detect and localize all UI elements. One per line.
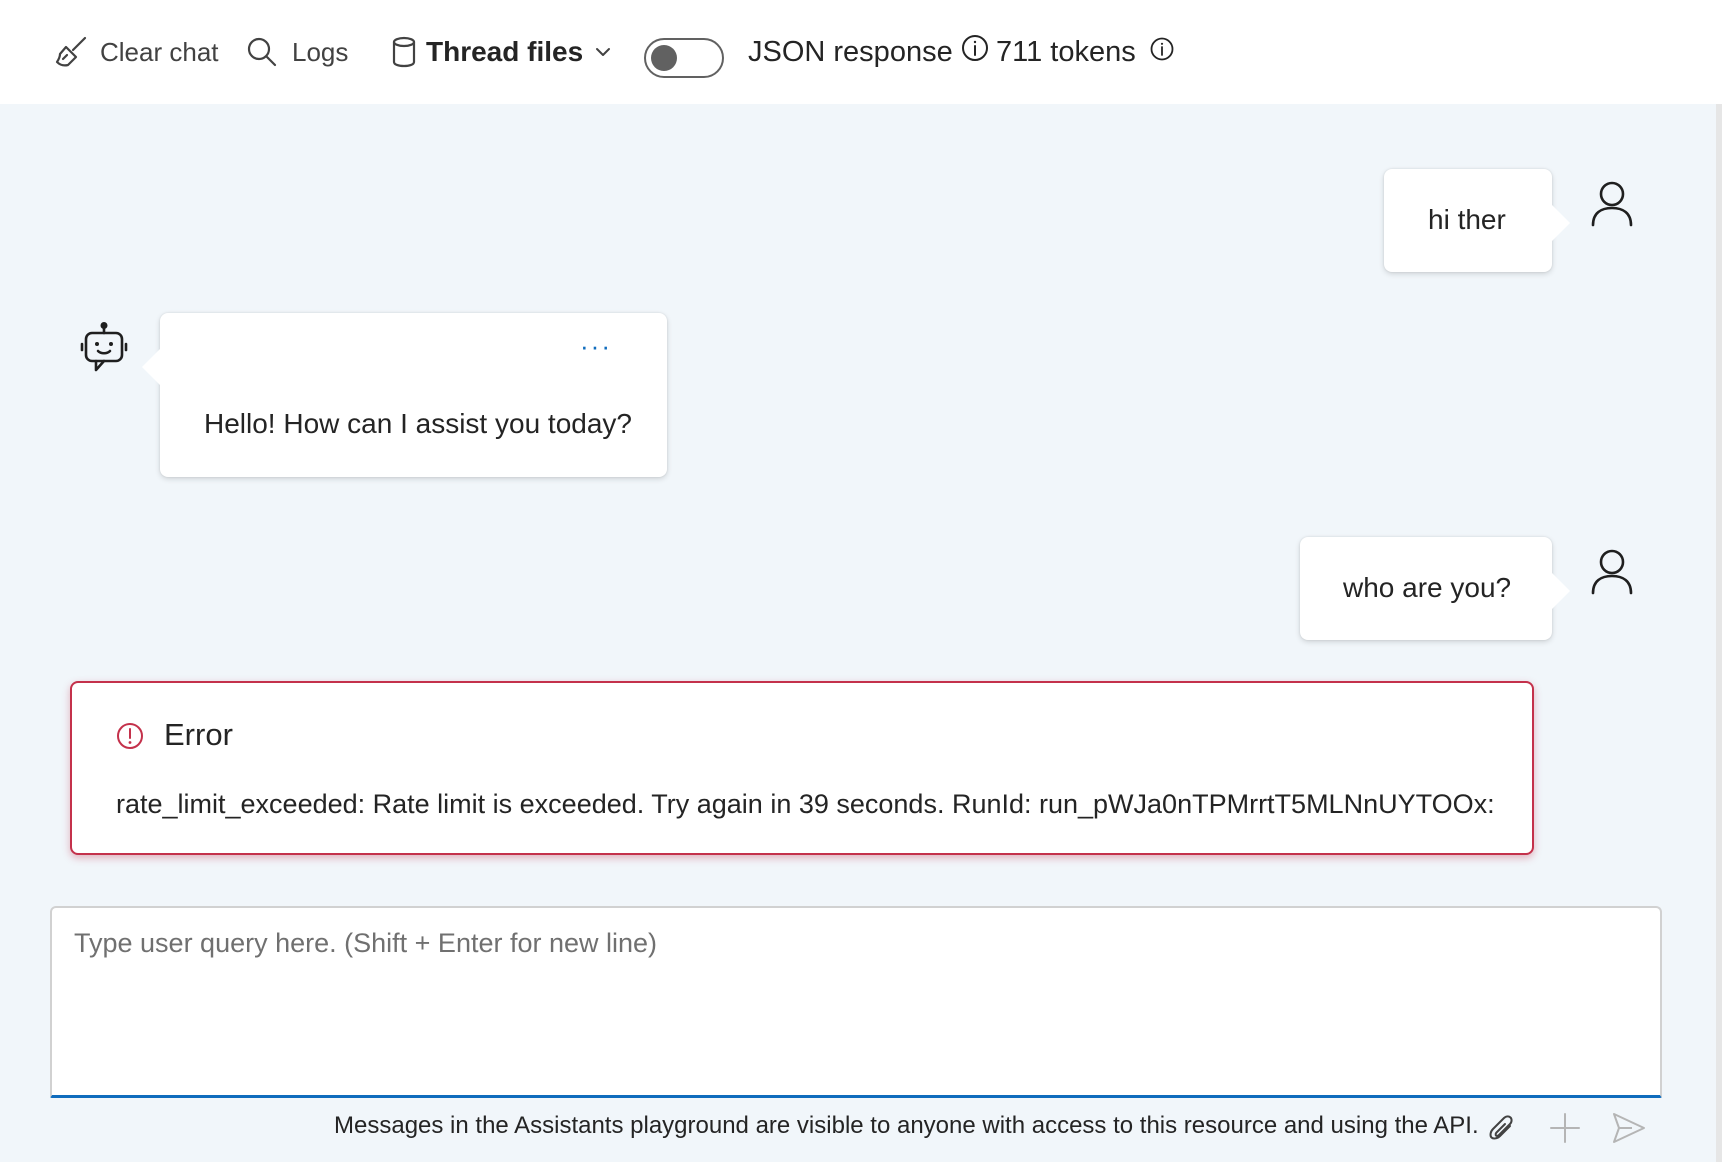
scrollbar[interactable] <box>1716 104 1722 1162</box>
error-icon <box>116 722 144 750</box>
bot-icon <box>80 321 128 374</box>
info-icon[interactable] <box>961 34 989 70</box>
toggle-knob <box>651 45 677 71</box>
clear-chat-button[interactable]: Clear chat <box>54 0 219 104</box>
more-options-button[interactable]: ··· <box>580 333 612 359</box>
thread-files-dropdown[interactable]: Thread files <box>392 0 611 104</box>
query-input-container <box>50 906 1662 1098</box>
error-card: Error rate_limit_exceeded: Rate limit is… <box>70 681 1534 855</box>
token-count: 711 tokens <box>996 35 1136 68</box>
person-icon <box>1590 548 1634 596</box>
logs-button[interactable]: Logs <box>246 0 348 104</box>
user-message: who are you? <box>1300 537 1570 640</box>
plus-icon[interactable] <box>1550 1113 1580 1148</box>
send-icon[interactable] <box>1612 1112 1646 1149</box>
clear-chat-label: Clear chat <box>100 36 219 67</box>
token-count-group: 711 tokens <box>996 0 1174 104</box>
json-response-label-group: JSON response <box>748 0 989 104</box>
logs-label: Logs <box>292 36 349 67</box>
user-message: hi ther <box>1384 169 1570 272</box>
info-icon[interactable] <box>1150 36 1174 69</box>
toolbar: Clear chat Logs Thread files JSON respon… <box>0 0 1722 104</box>
thread-files-label: Thread files <box>426 36 584 67</box>
person-icon <box>1590 180 1634 228</box>
json-response-toggle[interactable] <box>644 38 724 78</box>
user-message-text: who are you? <box>1343 572 1512 603</box>
error-title: Error <box>164 717 233 752</box>
json-response-label: JSON response <box>748 35 953 68</box>
error-message: rate_limit_exceeded: Rate limit is excee… <box>116 789 1495 819</box>
visibility-notice: Messages in the Assistants playground ar… <box>334 1112 1479 1139</box>
query-input[interactable] <box>74 928 1634 1078</box>
paperclip-icon[interactable] <box>1488 1114 1516 1149</box>
assistant-message: ··· Hello! How can I assist you today? <box>142 313 667 477</box>
user-message-text: hi ther <box>1428 204 1506 235</box>
assistant-message-text: Hello! How can I assist you today? <box>204 408 632 439</box>
search-icon <box>246 36 278 68</box>
chevron-down-icon <box>595 47 611 57</box>
database-icon <box>392 36 416 68</box>
broom-icon <box>54 35 88 69</box>
